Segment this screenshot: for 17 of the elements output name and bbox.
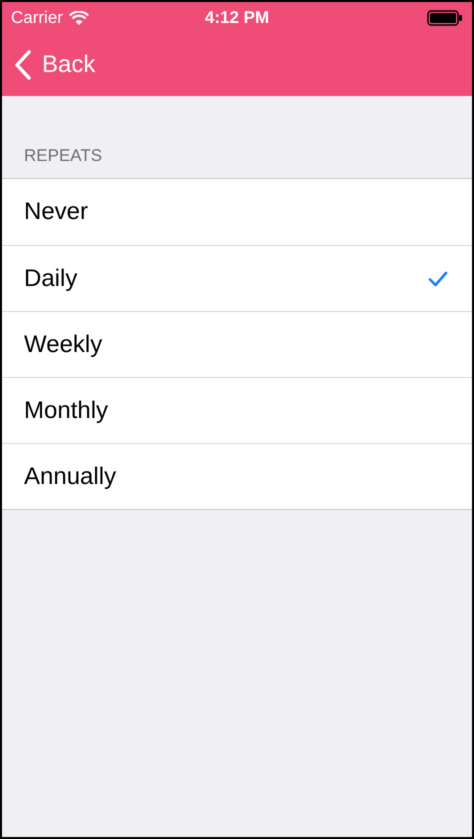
carrier-label: Carrier (11, 7, 63, 30)
option-row[interactable]: Annually (2, 443, 472, 509)
option-row[interactable]: Daily (2, 245, 472, 311)
option-label: Annually (24, 462, 116, 492)
chevron-left-icon (14, 50, 32, 80)
option-label: Weekly (24, 330, 102, 360)
option-row[interactable]: Monthly (2, 377, 472, 443)
option-label: Daily (24, 264, 78, 294)
option-row[interactable]: Weekly (2, 311, 472, 377)
option-row[interactable]: Never (2, 179, 472, 245)
status-time: 4:12 PM (204, 7, 270, 30)
section-header: REPEATS (23, 146, 104, 167)
wifi-icon (68, 10, 89, 26)
option-label: Never (24, 197, 88, 227)
battery-icon (427, 10, 463, 26)
back-button[interactable]: Back (14, 47, 96, 83)
option-label: Monthly (24, 396, 108, 426)
